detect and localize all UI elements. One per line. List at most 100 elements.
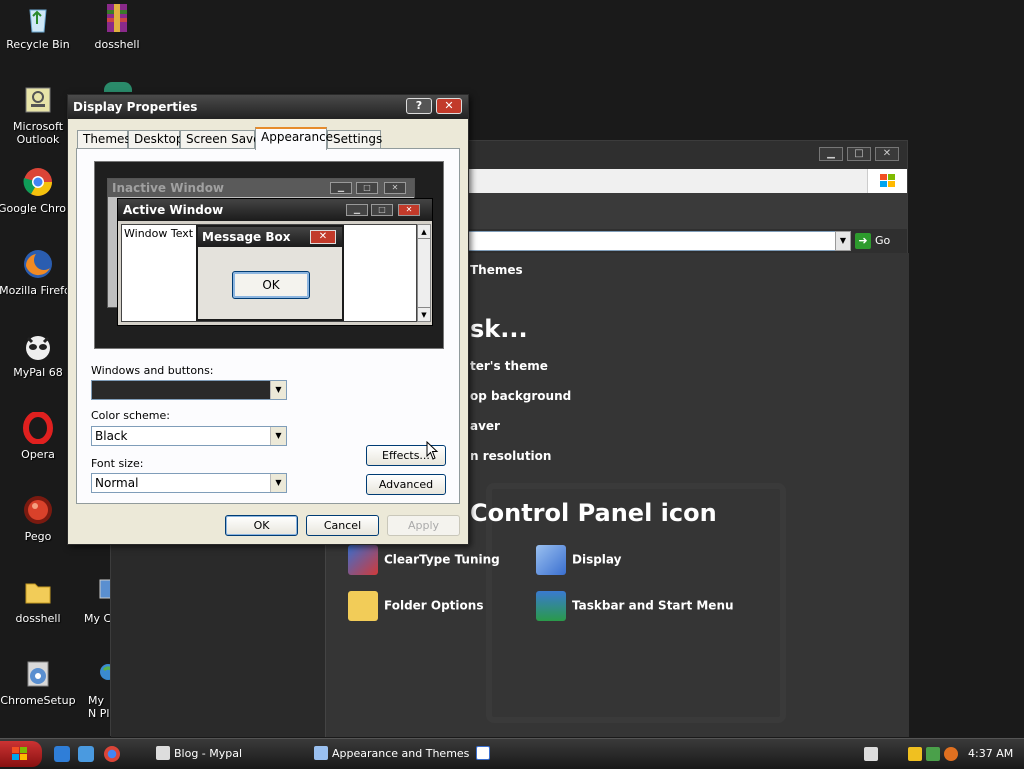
help-button[interactable]: ?	[406, 98, 432, 114]
taskbar-item-blog-mypal[interactable]: Blog - Mypal	[154, 743, 304, 765]
chrome-quicklaunch-icon[interactable]	[104, 746, 120, 762]
desktop-icon-label: My Co	[84, 612, 110, 625]
desktop-icon-dosshell-folder[interactable]: dosshell	[0, 576, 78, 625]
outlook-icon	[22, 84, 54, 116]
apply-button[interactable]: Apply	[387, 515, 460, 536]
address-dropdown-button[interactable]: ▼	[835, 231, 851, 251]
maximize-button[interactable]: □	[847, 147, 871, 161]
icon-label: Folder Options	[384, 598, 484, 613]
taskbar-item-label: Appearance and Themes	[332, 747, 470, 760]
taskbar-item-display-properties[interactable]	[474, 743, 504, 765]
task-link[interactable]: n resolution	[470, 449, 551, 463]
cancel-button[interactable]: Cancel	[306, 515, 379, 536]
mypal-icon	[156, 746, 170, 760]
taskbar-item-appearance-themes[interactable]: Appearance and Themes	[312, 743, 470, 765]
desktop-icon-label: My N Pl	[88, 694, 110, 720]
icon-label: ClearType Tuning	[384, 552, 500, 567]
chevron-down-icon: ▼	[270, 474, 286, 492]
taskbar-start-menu-link[interactable]: Taskbar and Start Menu	[536, 591, 734, 621]
pego-icon	[22, 494, 54, 526]
icon-label: Display	[572, 552, 622, 567]
color-scheme-label: Color scheme:	[91, 409, 170, 422]
security-shield-icon[interactable]	[908, 747, 922, 761]
pick-task-heading: sk...	[470, 315, 528, 343]
display-properties-dialog[interactable]: Display Properties ? ✕ Themes Desktop Sc…	[67, 94, 469, 545]
start-button[interactable]	[0, 741, 42, 767]
firefox-icon	[22, 248, 54, 280]
chevron-down-icon: ▼	[270, 427, 286, 445]
desktop-icon-label: Recycle Bin	[6, 38, 70, 51]
desktop-icon-chromesetup[interactable]: ChromeSetup	[0, 658, 78, 707]
archive-icon	[101, 2, 133, 34]
dialog-titlebar[interactable]: Display Properties ? ✕	[68, 95, 468, 119]
control-panel-icon	[314, 746, 328, 760]
installer-icon	[22, 658, 54, 690]
search-icon[interactable]	[944, 747, 958, 761]
font-size-value: Normal	[95, 476, 139, 490]
folder-options-link[interactable]: Folder Options	[348, 591, 483, 621]
tab-settings[interactable]: Settings	[327, 130, 382, 149]
tab-appearance[interactable]: Appearance	[255, 127, 333, 150]
icon-label: Taskbar and Start Menu	[572, 598, 734, 613]
taskbar-item-label: Blog - Mypal	[174, 747, 243, 760]
close-icon: ✕	[310, 230, 336, 244]
color-scheme-select[interactable]: Black ▼	[91, 426, 287, 446]
desktop-icon-label: dosshell	[94, 38, 140, 51]
category-label: Themes	[470, 263, 523, 277]
close-button[interactable]: ✕	[875, 147, 899, 161]
dialog-title: Display Properties	[73, 100, 198, 114]
font-size-label: Font size:	[91, 457, 144, 470]
display-icon	[536, 545, 566, 575]
go-label: Go	[875, 234, 891, 247]
folder-icon	[22, 576, 54, 608]
desktop-icon-dosshell[interactable]: dosshell	[77, 2, 157, 51]
color-scheme-value: Black	[95, 429, 128, 443]
windows-logo-icon	[867, 169, 907, 193]
font-size-select[interactable]: Normal ▼	[91, 473, 287, 493]
folder-options-icon	[348, 591, 378, 621]
tab-screen-saver[interactable]: Screen Saver	[180, 130, 265, 149]
appearance-preview: Inactive Window ▁ □ ✕ Active Window ▁ □ …	[94, 161, 444, 349]
maximize-icon: □	[356, 182, 378, 194]
go-button[interactable]: ➜ Go	[855, 231, 905, 251]
tab-themes[interactable]: Themes	[77, 130, 131, 149]
windows-buttons-select[interactable]: ▼	[91, 380, 287, 400]
windows-flag-icon	[12, 747, 27, 760]
close-button[interactable]: ✕	[436, 98, 462, 114]
display-link[interactable]: Display	[536, 545, 621, 575]
window-text-sample: Window Text	[124, 227, 194, 240]
advanced-button[interactable]: Advanced	[366, 474, 446, 495]
recycle-bin-icon	[22, 2, 54, 34]
scroll-up-icon: ▲	[418, 225, 430, 239]
display-window-icon	[476, 746, 490, 760]
chrome-icon	[22, 166, 54, 198]
go-arrow-icon: ➜	[855, 233, 871, 249]
desktop-icon-recycle-bin[interactable]: Recycle Bin	[0, 2, 78, 51]
tab-desktop[interactable]: Desktop	[128, 130, 184, 149]
raccoon-icon	[22, 330, 54, 362]
desktop-icon-label: dosshell	[15, 612, 61, 625]
maximize-icon: □	[371, 204, 393, 216]
network-icon[interactable]	[926, 747, 940, 761]
task-link[interactable]: op background	[470, 389, 571, 403]
task-link[interactable]: ter's theme	[470, 359, 548, 373]
task-link[interactable]: aver	[470, 419, 500, 433]
scroll-down-icon: ▼	[418, 307, 430, 321]
message-box-ok: OK	[232, 271, 310, 299]
internet-explorer-icon[interactable]	[54, 746, 70, 762]
keyboard-icon[interactable]	[864, 747, 878, 761]
minimize-button[interactable]: ▁	[819, 147, 843, 161]
cleartype-tuning-link[interactable]: ClearType Tuning	[348, 545, 500, 575]
chevron-down-icon: ▼	[270, 381, 286, 399]
ok-button[interactable]: OK	[225, 515, 298, 536]
close-icon: ✕	[384, 182, 406, 194]
minimize-icon: ▁	[330, 182, 352, 194]
minimize-icon: ▁	[346, 204, 368, 216]
clock[interactable]: 4:37 AM	[968, 739, 1013, 769]
pick-icon-heading: Control Panel icon	[470, 499, 717, 527]
cleartype-icon	[348, 545, 378, 575]
opera-icon	[22, 411, 54, 445]
close-icon: ✕	[398, 204, 420, 216]
show-desktop-icon[interactable]	[78, 746, 94, 762]
taskbar: Blog - Mypal Appearance and Themes 4:37 …	[0, 738, 1024, 768]
